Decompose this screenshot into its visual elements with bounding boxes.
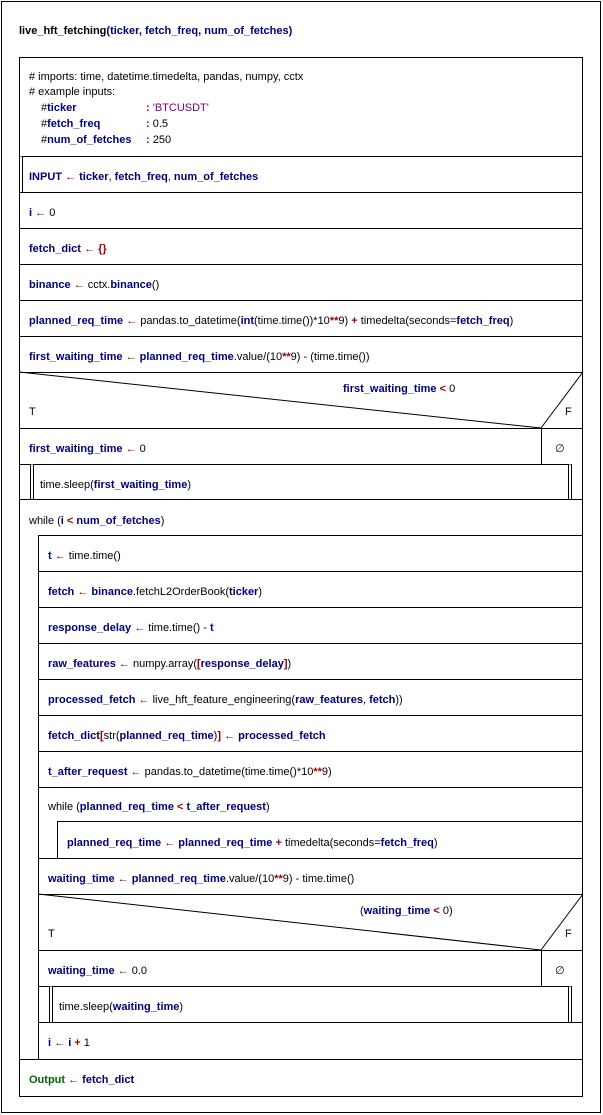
comment-line-num-fetches: #num_of_fetches <box>41 134 132 146</box>
stmt-response-delay-text: response_delay ← time.time() - t <box>48 622 214 634</box>
stmt-raw-features-text: raw_features ← numpy.array([response_del… <box>48 658 292 670</box>
if1-true-label: T <box>29 406 36 418</box>
if2-empty-symbol: ∅ <box>555 965 565 977</box>
stmt-first-waiting-text: first_waiting_time ← planned_req_time.va… <box>29 351 370 363</box>
if1-sleep-text: time.sleep(first_waiting_time) <box>40 479 191 491</box>
stmt-t-after-request-text: t_after_request ← pandas.to_datetime(tim… <box>48 766 332 778</box>
stmt-increment-i-text: i ← i + 1 <box>48 1037 90 1049</box>
stmt-init-i <box>19 192 583 229</box>
if2-then-text: waiting_time ← 0.0 <box>48 965 148 977</box>
comment-line-fetch-freq: #fetch_freq <box>41 118 101 130</box>
stmt-processed-fetch-text: processed_fetch ← live_hft_feature_engin… <box>48 694 403 706</box>
if2-sleep-text: time.sleep(waiting_time) <box>59 1001 184 1013</box>
comment-line-1: # imports: time, datetime.timedelta, pan… <box>29 71 304 83</box>
output-text: Output ← fetch_dict <box>29 1074 135 1086</box>
stmt-waiting-time-text: waiting_time ← planned_req_time.value/(1… <box>48 873 355 885</box>
if2-condition: (waiting_time < 0) <box>360 905 453 917</box>
comment-value-fetch-freq: : 0.5 <box>146 118 169 130</box>
input-text: INPUT ← ticker, fetch_freq, num_of_fetch… <box>29 171 259 183</box>
while1-header: while (i < num_of_fetches) <box>29 515 165 527</box>
procedure-title: live_hft_fetching(ticker, fetch_freq, nu… <box>19 25 293 37</box>
comment-value-ticker: : 'BTCUSDT' <box>146 102 209 114</box>
comment-value-num-fetches: : 250 <box>146 134 172 146</box>
stmt-increment-i <box>38 1022 583 1060</box>
if1-empty-symbol: ∅ <box>555 443 565 455</box>
if1-condition-box <box>19 372 583 429</box>
if2-true-label: T <box>48 928 55 940</box>
stmt-fetch-text: fetch ← binance.fetchL2OrderBook(ticker) <box>48 586 263 598</box>
if2-false-label: F <box>565 928 572 940</box>
stmt-init-i-text: i ← 0 <box>29 207 56 219</box>
comment-line-ticker: #ticker <box>41 102 77 114</box>
stmt-dict-set-text: fetch_dict[str(planned_req_time)] ← proc… <box>48 730 326 742</box>
if1-then-text: first_waiting_time ← 0 <box>29 443 146 455</box>
stmt-binance-text: binance ← cctx.binance() <box>29 279 160 291</box>
if2-condition-box <box>38 894 583 951</box>
stmt-increment-planned-text: planned_req_time ← planned_req_time + ti… <box>67 837 438 849</box>
stmt-planned-req-time-text: planned_req_time ← pandas.to_datetime(in… <box>29 315 514 327</box>
while2-header: while (planned_req_time < t_after_reques… <box>48 801 270 813</box>
if1-false-label: F <box>565 406 572 418</box>
stmt-t-text: t ← time.time() <box>48 550 121 562</box>
if1-condition: first_waiting_time < 0 <box>343 383 456 395</box>
comment-line-2: # example inputs: <box>29 86 116 98</box>
stmt-init-dict-text: fetch_dict ← {} <box>29 243 107 255</box>
